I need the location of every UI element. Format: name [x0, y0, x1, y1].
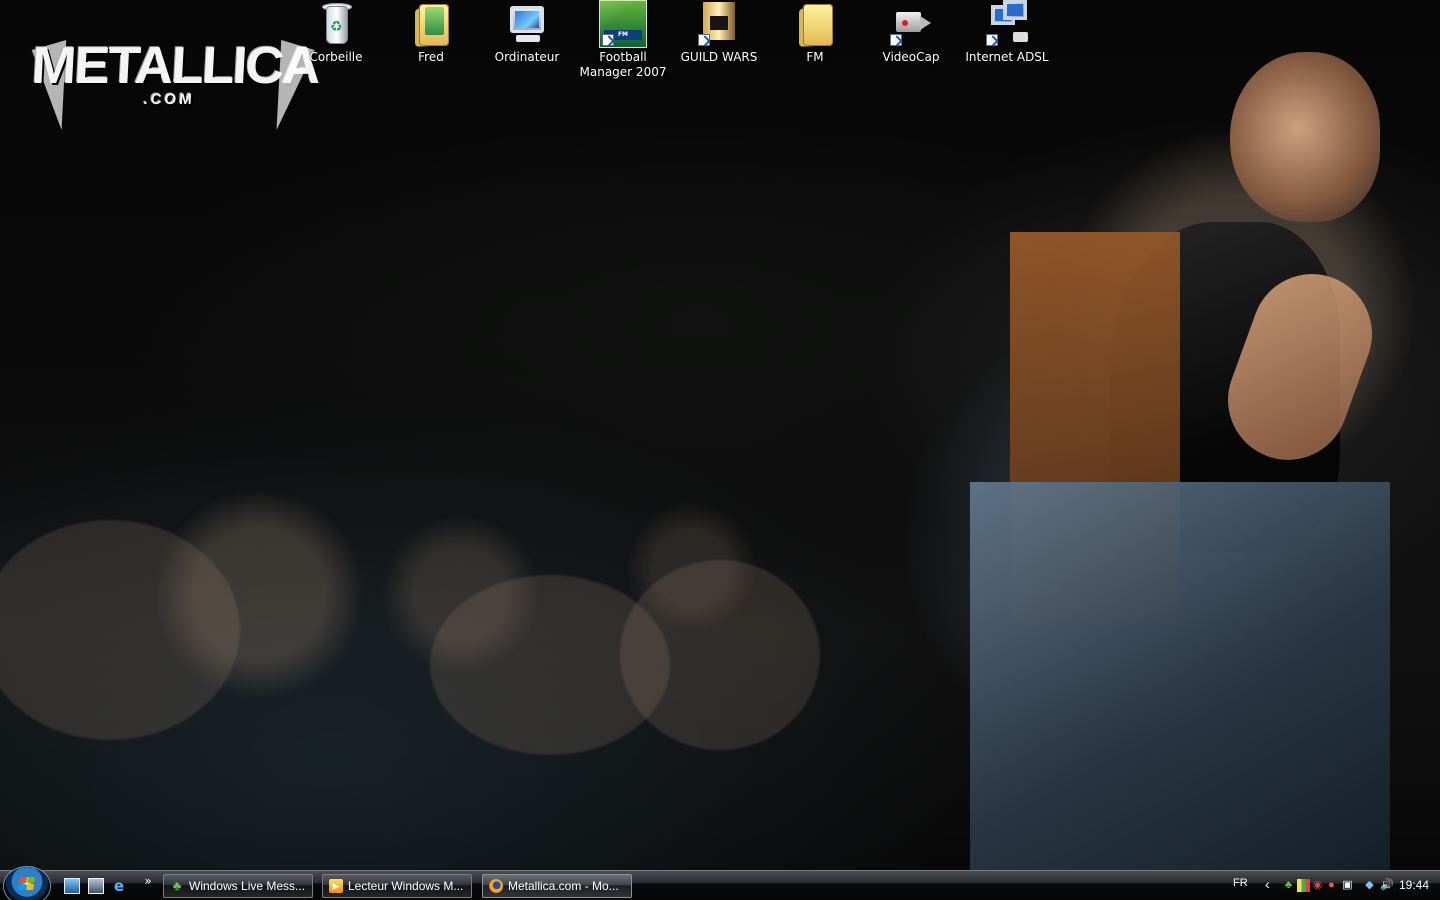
desktop-icon-label: Corbeille	[309, 50, 363, 64]
taskbar-button-windows-media-player[interactable]: ▶ Lecteur Windows M...	[322, 874, 472, 898]
wallpaper-crowd-area	[620, 560, 820, 750]
folder-icon	[407, 0, 455, 48]
shortcut-arrow-icon	[986, 34, 998, 46]
computer-icon	[503, 0, 551, 48]
language-indicator[interactable]: FR	[1233, 877, 1248, 889]
football-manager-icon: FM	[599, 0, 647, 48]
wallpaper-guitarist-legs	[970, 482, 1390, 872]
clock[interactable]: 19:44	[1399, 878, 1429, 892]
desktop-icon-label: VideoCap	[882, 50, 940, 64]
quick-launch-more-button[interactable]: »	[140, 873, 156, 889]
taskbar-button-label: Lecteur Windows M...	[348, 879, 464, 893]
desktop-icon-label: Fred	[418, 50, 444, 64]
desktop-icon-label: GUILD WARS	[680, 50, 758, 64]
antivirus-tray-icon[interactable]: ◉	[1311, 879, 1324, 892]
guild-wars-icon	[695, 0, 743, 48]
taskbar: e » ♣ Windows Live Mess... ▶ Lecteur Win…	[0, 867, 1440, 900]
show-hidden-icons-button[interactable]: ‹	[1265, 876, 1270, 892]
taskbar-button-label: Metallica.com - Mo...	[508, 879, 619, 893]
firefox-icon	[489, 879, 503, 893]
system-tray: FR ‹ ♣ ◉ ● ▣ ◆ 🔊 19:44	[1220, 871, 1440, 900]
volume-icon[interactable]: 🔊	[1380, 879, 1394, 892]
desktop-icon-fred[interactable]: Fred	[386, 0, 476, 82]
metallica-logo-text: METALLICA	[30, 37, 321, 95]
folder-icon	[791, 0, 839, 48]
media-player-icon: ▶	[329, 879, 343, 893]
wallpaper-guitarist-head	[1230, 52, 1380, 222]
taskbar-button-windows-live-messenger[interactable]: ♣ Windows Live Mess...	[163, 874, 313, 898]
desktop-icon-corbeille[interactable]: ♻ Corbeille	[291, 0, 381, 82]
wallpaper-guitarist-arm	[1211, 257, 1389, 477]
wallpaper-guitar	[1010, 232, 1180, 622]
desktop: METALLICA .COM ♻ Corbeille Fred Ordinate…	[0, 0, 1440, 900]
show-desktop-icon[interactable]	[64, 878, 80, 894]
messenger-icon: ♣	[172, 878, 182, 893]
desktop-icon-label: Football Manager 2007	[579, 50, 667, 79]
desktop-icon-football-manager-2007[interactable]: FM Football Manager 2007	[578, 0, 668, 82]
desktop-icon-ordinateur[interactable]: Ordinateur	[482, 0, 572, 82]
shortcut-arrow-icon	[698, 34, 710, 46]
taskbar-button-firefox-metallica[interactable]: Metallica.com - Mo...	[482, 874, 632, 898]
alert-tray-icon[interactable]: ●	[1325, 879, 1338, 892]
desktop-icon-label: Internet ADSL	[965, 50, 1049, 64]
taskbar-button-label: Windows Live Mess...	[189, 879, 306, 893]
wallpaper-guitarist	[770, 52, 1390, 872]
desktop-icon-fm[interactable]: FM	[770, 0, 860, 82]
connection-tray-icon[interactable]: ◆	[1363, 879, 1376, 892]
desktop-icon-label: FM	[806, 50, 824, 64]
internet-explorer-icon[interactable]: e	[111, 878, 127, 894]
start-button[interactable]	[4, 867, 50, 900]
desktop-icon-internet-adsl[interactable]: Internet ADSL	[962, 0, 1052, 82]
switch-windows-icon[interactable]	[88, 878, 104, 894]
messenger-tray-icon[interactable]: ♣	[1282, 879, 1295, 892]
network-tray-icon[interactable]: ▣	[1341, 879, 1354, 892]
desktop-icon-videocap[interactable]: VideoCap	[866, 0, 956, 82]
wallpaper-crowd-area	[0, 520, 240, 740]
recycle-bin-icon: ♻	[312, 0, 360, 48]
video-camera-icon	[887, 0, 935, 48]
desktop-icon-label: Ordinateur	[494, 50, 560, 64]
windows-logo-icon	[18, 877, 36, 891]
shortcut-arrow-icon	[602, 34, 614, 46]
network-icon	[983, 0, 1031, 48]
colorful-app-tray-icon[interactable]	[1297, 879, 1310, 892]
wallpaper-guitarist-torso	[1110, 222, 1340, 552]
shortcut-arrow-icon	[890, 34, 902, 46]
desktop-icon-guild-wars[interactable]: GUILD WARS	[674, 0, 764, 82]
metallica-logo: METALLICA .COM	[30, 37, 321, 129]
